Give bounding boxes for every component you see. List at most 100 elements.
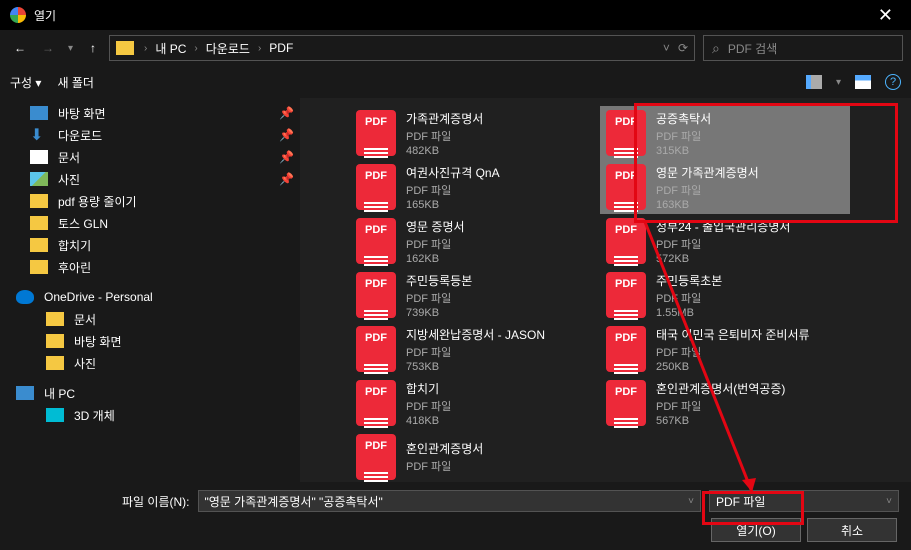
- sidebar-item[interactable]: 바탕 화면📌: [0, 102, 300, 124]
- sidebar-item[interactable]: 문서📌: [0, 146, 300, 168]
- file-item[interactable]: PDF혼인관계증명서PDF 파일: [350, 430, 600, 482]
- file-size: 739KB: [406, 307, 472, 319]
- file-size: 572KB: [656, 253, 790, 265]
- sidebar-item-label: 합치기: [58, 237, 294, 254]
- chevron-down-icon[interactable]: ˅: [688, 496, 694, 507]
- search-input[interactable]: ⌕ PDF 검색: [703, 35, 903, 61]
- sidebar-item[interactable]: 사진: [0, 352, 300, 374]
- file-type: PDF 파일: [406, 290, 472, 306]
- file-name: 합치기: [406, 380, 451, 397]
- file-item[interactable]: PDF주민등록초본PDF 파일1.55MB: [600, 268, 850, 322]
- file-type-filter[interactable]: PDF 파일 ˅: [709, 490, 899, 512]
- pdf-icon: PDF: [356, 326, 396, 372]
- file-item[interactable]: PDF태국 이민국 은퇴비자 준비서류PDF 파일250KB: [600, 322, 850, 376]
- view-preview-icon[interactable]: [855, 75, 871, 89]
- file-item[interactable]: PDF공증촉탁서PDF 파일315KB: [600, 106, 850, 160]
- bottom-panel: 파일 이름(N): "영문 가족관계증명서" "공증촉탁서" ˅ PDF 파일 …: [0, 482, 911, 550]
- search-icon: ⌕: [712, 40, 720, 57]
- file-type: PDF 파일: [406, 458, 483, 474]
- file-item[interactable]: PDF영문 가족관계증명서PDF 파일163KB: [600, 160, 850, 214]
- file-item[interactable]: PDF가족관계증명서PDF 파일482KB: [350, 106, 600, 160]
- file-item[interactable]: PDF영문 증명서PDF 파일162KB: [350, 214, 600, 268]
- file-size: 250KB: [656, 361, 810, 373]
- organize-button[interactable]: 구성 ▾: [10, 74, 41, 91]
- sidebar-item[interactable]: 후아린: [0, 256, 300, 278]
- address-dropdown-icon[interactable]: ˅: [663, 41, 670, 55]
- file-name: 혼인관계증명서(번역공증): [656, 380, 785, 397]
- file-item[interactable]: PDF정부24 - 출입국관리증명서PDF 파일572KB: [600, 214, 850, 268]
- nav-forward-icon[interactable]: →: [36, 36, 60, 60]
- pin-icon: 📌: [279, 172, 294, 186]
- file-item[interactable]: PDF합치기PDF 파일418KB: [350, 376, 600, 430]
- help-icon[interactable]: ?: [885, 74, 901, 90]
- photo-icon: [30, 172, 48, 186]
- sidebar-item[interactable]: pdf 용량 줄이기: [0, 190, 300, 212]
- pdf-icon: PDF: [356, 434, 396, 480]
- folder-icon: [46, 356, 64, 370]
- nav-up-icon[interactable]: ↑: [81, 36, 105, 60]
- sidebar-item-label: 문서: [58, 149, 279, 166]
- sidebar-item-3d[interactable]: 3D 개체: [0, 404, 300, 426]
- file-size: 753KB: [406, 361, 545, 373]
- file-item[interactable]: PDF혼인관계증명서(번역공증)PDF 파일567KB: [600, 376, 850, 430]
- breadcrumb-segment[interactable]: PDF: [267, 39, 295, 57]
- file-item[interactable]: PDF주민등록등본PDF 파일739KB: [350, 268, 600, 322]
- chevron-right-icon[interactable]: ›: [254, 43, 265, 54]
- file-name: 영문 증명서: [406, 218, 465, 235]
- sidebar-item-label: 문서: [74, 311, 294, 328]
- file-item[interactable]: PDF여권사진규격 QnAPDF 파일165KB: [350, 160, 600, 214]
- file-area[interactable]: PDF가족관계증명서PDF 파일482KBPDF공증촉탁서PDF 파일315KB…: [300, 98, 911, 482]
- main-area: 바탕 화면📌다운로드📌문서📌사진📌pdf 용량 줄이기토스 GLN합치기후아린O…: [0, 98, 911, 482]
- sidebar-item-label: 바탕 화면: [74, 333, 294, 350]
- sidebar-item-label: pdf 용량 줄이기: [58, 193, 294, 210]
- new-folder-button[interactable]: 새 폴더: [57, 74, 93, 91]
- sidebar-item-label: 바탕 화면: [58, 105, 279, 122]
- cloud-icon: [16, 290, 34, 304]
- file-name: 주민등록초본: [656, 272, 722, 289]
- chevron-right-icon[interactable]: ›: [190, 43, 201, 54]
- sidebar-item[interactable]: 다운로드📌: [0, 124, 300, 146]
- folder-icon: [30, 216, 48, 230]
- file-size: 418KB: [406, 415, 451, 427]
- open-button[interactable]: 열기(O): [711, 518, 801, 542]
- cancel-button[interactable]: 취소: [807, 518, 897, 542]
- refresh-icon[interactable]: ⟳: [678, 41, 688, 55]
- navbar: ← → ▾ ↑ › 내 PC › 다운로드 › PDF ˅ ⟳ ⌕ PDF 검색: [0, 30, 911, 66]
- sidebar-item[interactable]: 합치기: [0, 234, 300, 256]
- file-type: PDF 파일: [656, 128, 711, 144]
- breadcrumb-segment[interactable]: 다운로드: [204, 38, 252, 59]
- sidebar-item[interactable]: 바탕 화면: [0, 330, 300, 352]
- breadcrumb-segment[interactable]: 내 PC: [153, 38, 188, 59]
- file-type: PDF 파일: [406, 236, 465, 252]
- file-size: 1.55MB: [656, 307, 722, 319]
- pdf-icon: PDF: [356, 272, 396, 318]
- sidebar-item-label: OneDrive - Personal: [44, 290, 294, 304]
- sidebar-item-label: 사진: [58, 171, 279, 188]
- filename-input[interactable]: "영문 가족관계증명서" "공증촉탁서" ˅: [198, 490, 702, 512]
- folder-icon: [30, 238, 48, 252]
- chevron-down-icon[interactable]: ˅: [886, 496, 892, 507]
- sidebar-item-onedrive[interactable]: OneDrive - Personal: [0, 286, 300, 308]
- file-size: 567KB: [656, 415, 785, 427]
- pin-icon: 📌: [279, 128, 294, 142]
- nav-back-icon[interactable]: ←: [8, 36, 32, 60]
- file-name: 영문 가족관계증명서: [656, 164, 759, 181]
- chevron-right-icon[interactable]: ›: [140, 43, 151, 54]
- sidebar-item[interactable]: 문서: [0, 308, 300, 330]
- pdf-icon: PDF: [356, 164, 396, 210]
- folder-icon: [30, 194, 48, 208]
- close-icon[interactable]: ✕: [870, 5, 901, 26]
- address-bar[interactable]: › 내 PC › 다운로드 › PDF ˅ ⟳: [109, 35, 695, 61]
- file-name: 정부24 - 출입국관리증명서: [656, 218, 790, 235]
- view-list-icon[interactable]: [806, 75, 822, 89]
- file-item[interactable]: PDF지방세완납증명서 - JASONPDF 파일753KB: [350, 322, 600, 376]
- sidebar-item-pc[interactable]: 내 PC: [0, 382, 300, 404]
- sidebar-item[interactable]: 사진📌: [0, 168, 300, 190]
- file-name: 지방세완납증명서 - JASON: [406, 326, 545, 343]
- sidebar-item[interactable]: 토스 GLN: [0, 212, 300, 234]
- file-type: PDF 파일: [656, 344, 810, 360]
- view-dropdown-icon[interactable]: ▾: [836, 77, 841, 88]
- nav-history-dropdown[interactable]: ▾: [64, 43, 77, 54]
- desktop-icon: [30, 106, 48, 120]
- download-icon: [30, 128, 48, 142]
